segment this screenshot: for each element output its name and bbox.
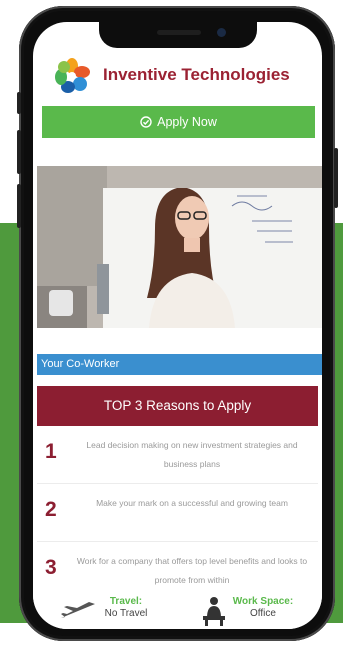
phone-notch [99, 22, 257, 48]
phone-side-button [17, 130, 21, 174]
travel-label: Travel: [109, 596, 143, 607]
reason-text: Work for a company that offers top level… [76, 556, 308, 585]
desk-person-icon [203, 597, 225, 626]
workspace-info: Work Space: Office [227, 596, 299, 620]
top-reasons-title: TOP 3 Reasons to Apply [37, 386, 318, 426]
coworker-label: Your Co-Worker [37, 354, 322, 375]
reason-text: Lead decision making on new investment s… [86, 440, 298, 469]
speaker-grille [157, 30, 201, 35]
coworker-photo[interactable] [37, 166, 322, 328]
company-logo [55, 58, 90, 93]
phone-side-button [334, 148, 338, 208]
reason-item: 1 Lead decision making on new investment… [37, 426, 318, 484]
reason-item: 2 Make your mark on a successful and gro… [37, 484, 318, 542]
company-header: Inventive Technologies [33, 56, 322, 106]
workspace-value: Office [250, 608, 276, 619]
phone-screen: Inventive Technologies Apply Now Your Co… [33, 22, 322, 629]
reason-number: 2 [45, 498, 57, 521]
reason-text: Make your mark on a successful and growi… [96, 498, 288, 508]
travel-value: No Travel [104, 608, 148, 619]
reason-number: 3 [45, 556, 57, 579]
phone-side-button [17, 184, 21, 228]
reason-number: 1 [45, 440, 57, 463]
job-details-bar: Travel: No Travel Work Space: Office [33, 594, 322, 629]
coworker-photo-image [37, 166, 322, 328]
travel-info: Travel: No Travel [99, 596, 153, 620]
apply-now-label: Apply Now [157, 115, 217, 129]
check-circle-icon [140, 116, 152, 128]
front-camera [217, 28, 226, 37]
apply-now-button[interactable]: Apply Now [42, 106, 315, 138]
workspace-label: Work Space: [232, 596, 294, 607]
reason-item: 3 Work for a company that offers top lev… [37, 542, 318, 600]
phone-side-button [17, 92, 21, 114]
airplane-icon [61, 602, 95, 618]
company-name: Inventive Technologies [103, 65, 290, 84]
